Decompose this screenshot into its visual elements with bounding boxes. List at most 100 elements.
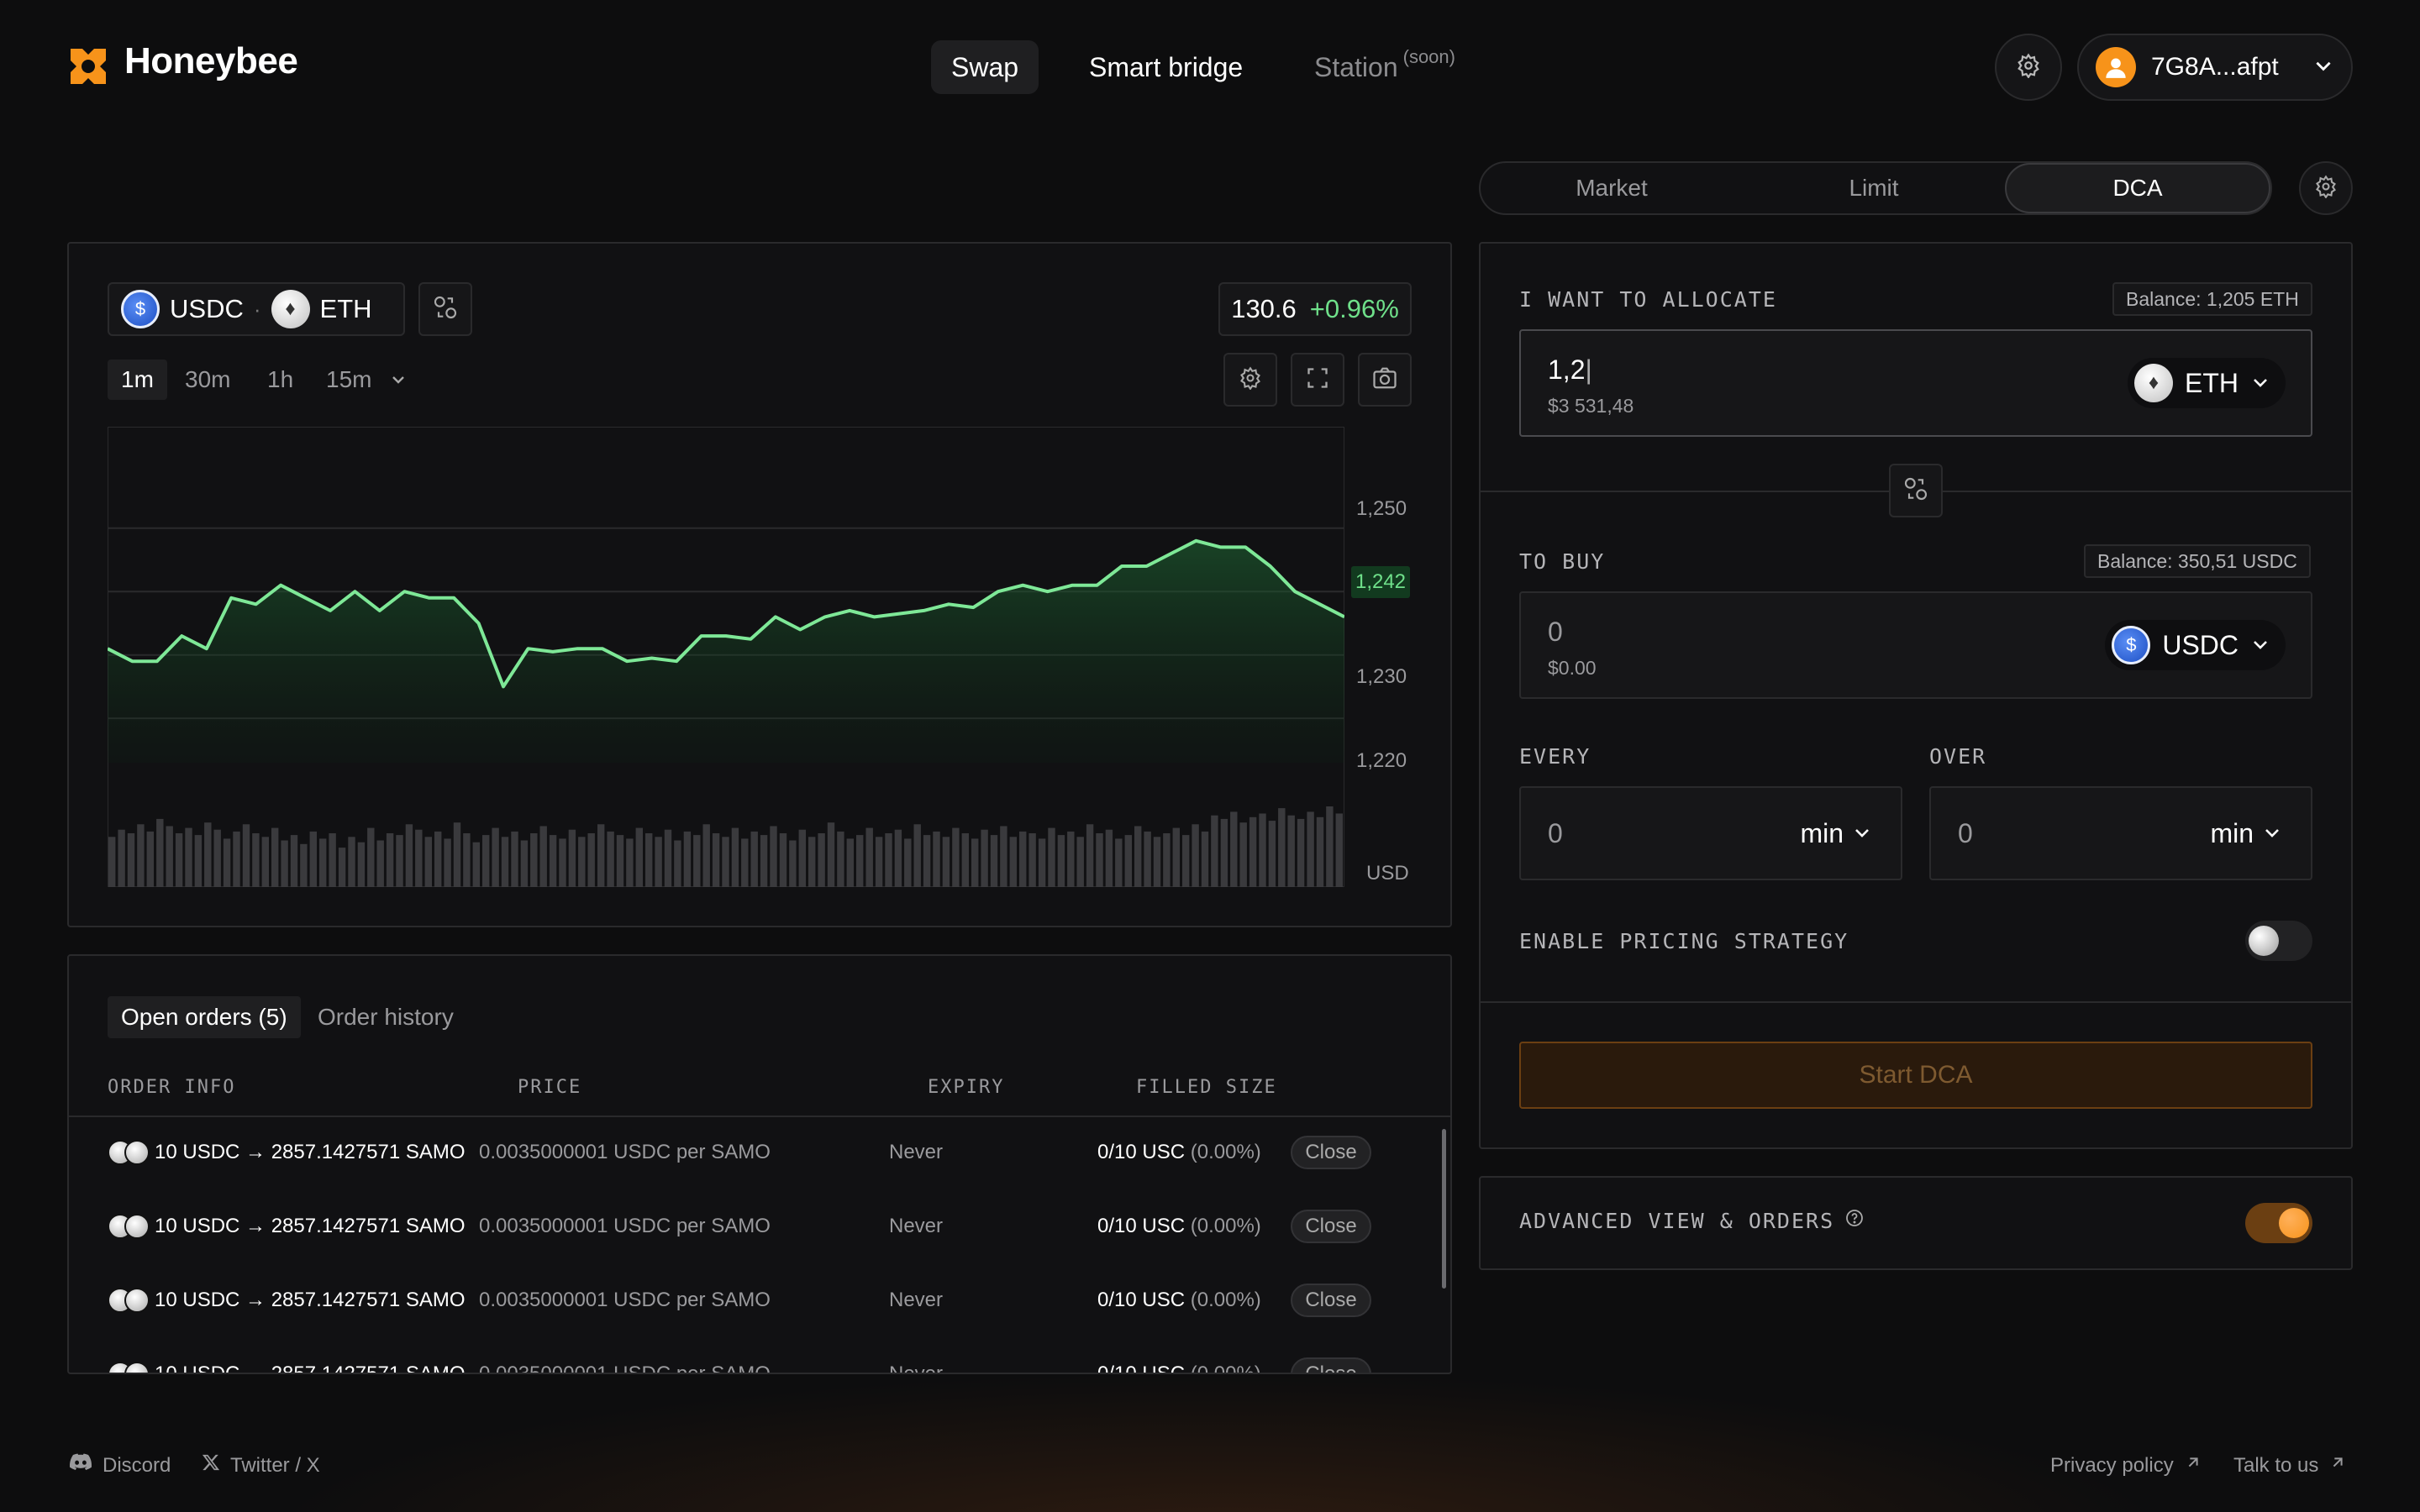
volume-bar	[520, 840, 529, 887]
over-unit-selector[interactable]: min	[2210, 818, 2282, 849]
swap-pair-button[interactable]	[418, 282, 472, 336]
volume-bar	[722, 837, 729, 887]
volume-bar	[1182, 835, 1190, 887]
help-icon[interactable]	[1844, 1208, 1865, 1233]
volume-bar	[846, 838, 854, 887]
timeframe-30m[interactable]: 30m	[171, 360, 244, 400]
volume-bar	[683, 831, 692, 887]
volume-bar	[1105, 829, 1113, 887]
privacy-policy-link[interactable]: Privacy policy	[2050, 1453, 2202, 1478]
timeframe-1m[interactable]: 1m	[108, 360, 167, 400]
close-order-button[interactable]: Close	[1291, 1210, 1371, 1243]
fullscreen-button[interactable]	[1291, 353, 1344, 407]
advanced-view-toggle[interactable]	[2245, 1203, 2312, 1243]
x-logo-icon	[202, 1453, 220, 1478]
order-filled: 0/10 USC (0.00%)	[1097, 1215, 1291, 1238]
every-input[interactable]: 0 min	[1519, 786, 1902, 880]
honeybee-logo-icon[interactable]	[67, 45, 109, 87]
timeframe-more-chevron-icon[interactable]	[388, 370, 408, 394]
volume-bar	[798, 829, 806, 887]
volume-bar	[674, 840, 681, 887]
volume-bar	[376, 840, 384, 887]
volume-bar	[166, 826, 173, 887]
volume-bar	[1307, 811, 1314, 887]
order-info: 10 USDC → 2857.1427571 SAMO	[155, 1362, 466, 1373]
table-row[interactable]: 10 USDC → 2857.1427571 SAMO 0.0035000001…	[69, 1189, 1450, 1263]
close-order-button[interactable]: Close	[1291, 1284, 1371, 1317]
volume-bar	[1076, 837, 1084, 887]
every-unit-selector[interactable]: min	[1800, 818, 1872, 849]
table-row[interactable]: 10 USDC → 2857.1427571 SAMO 0.0035000001…	[69, 1337, 1450, 1373]
pricing-strategy-toggle[interactable]	[2245, 921, 2312, 961]
pair-selector[interactable]: $ USDC · ♦ ETH	[108, 282, 405, 336]
nav-smart-bridge[interactable]: Smart bridge	[1069, 40, 1263, 94]
volume-bar	[118, 829, 125, 887]
allocate-input-box[interactable]: 1,2| $3 531,48 ♦ ETH	[1519, 329, 2312, 437]
nav-swap[interactable]: Swap	[931, 40, 1039, 94]
orders-list[interactable]: 10 USDC → 2857.1427571 SAMO 0.0035000001…	[0, 1116, 1450, 1373]
volume-bar	[261, 837, 269, 887]
allocate-amount-input[interactable]: 1,2|	[1548, 354, 1592, 386]
eth-token-icon: ♦	[2134, 364, 2173, 402]
close-order-button[interactable]: Close	[1291, 1136, 1371, 1169]
talk-to-us-link[interactable]: Talk to us	[2233, 1453, 2347, 1478]
table-row[interactable]: 10 USDC → 2857.1427571 SAMO 0.0035000001…	[69, 1263, 1450, 1337]
volume-bar	[760, 835, 768, 887]
volume-bar	[1268, 821, 1276, 887]
volume-bar	[1220, 818, 1228, 887]
allocate-token-selector[interactable]: ♦ ETH	[2128, 358, 2286, 408]
brand-name[interactable]: Honeybee	[124, 40, 298, 82]
volume-bar	[1201, 831, 1209, 887]
over-input[interactable]: 0 min	[1929, 786, 2312, 880]
volume-bar	[655, 837, 662, 887]
volume-bar	[1153, 837, 1161, 887]
volume-bar	[607, 831, 614, 887]
volume-bar	[1115, 838, 1123, 887]
volume-bar	[463, 833, 471, 887]
screenshot-button[interactable]	[1358, 353, 1412, 407]
close-order-button[interactable]: Close	[1291, 1357, 1371, 1373]
volume-bar	[587, 833, 595, 887]
discord-link[interactable]: Discord	[69, 1453, 171, 1478]
allocate-token: ETH	[2185, 367, 2238, 398]
volume-bar	[971, 838, 979, 887]
order-filled: 0/10 USC (0.00%)	[1097, 1362, 1291, 1373]
chevron-down-icon	[1852, 818, 1872, 849]
order-settings-button[interactable]	[2299, 161, 2353, 215]
settings-button[interactable]	[1995, 34, 2062, 101]
volume-bar	[549, 835, 557, 887]
toggle-knob	[2249, 926, 2279, 956]
timeframe-1h[interactable]: 1h	[254, 360, 307, 400]
divider	[1481, 1001, 2351, 1003]
tab-dca[interactable]: DCA	[2005, 163, 2270, 213]
volume-bar	[367, 827, 375, 887]
text-cursor: |	[1585, 354, 1592, 385]
swap-arrows-icon	[1902, 475, 1929, 507]
order-expiry: Never	[889, 1215, 944, 1237]
wallet-button[interactable]: 7G8A...afpt	[2077, 34, 2353, 101]
chart-settings-button[interactable]	[1223, 353, 1277, 407]
price-chart[interactable]	[108, 427, 1344, 887]
volume-bar	[1230, 811, 1238, 887]
table-row[interactable]: 10 USDC → 2857.1427571 SAMO 0.0035000001…	[69, 1116, 1450, 1189]
buy-input-box[interactable]: 0 $0.00 $ USDC	[1519, 591, 2312, 699]
timeframe-15m[interactable]: 15m	[313, 360, 385, 400]
buy-token-selector[interactable]: $ USDC	[2105, 620, 2286, 670]
volume-bar	[290, 835, 298, 887]
order-filled: 0/10 USC (0.00%)	[1097, 1289, 1291, 1312]
flip-tokens-button[interactable]	[1889, 464, 1943, 517]
nav-station[interactable]: Station (soon)	[1294, 40, 1476, 94]
order-mode-tabs: Market Limit DCA	[1479, 161, 2272, 215]
tab-limit[interactable]: Limit	[1743, 163, 2005, 213]
tab-market[interactable]: Market	[1481, 163, 1743, 213]
tab-open-orders[interactable]: Open orders (5)	[108, 996, 301, 1038]
order-price: 0.0035000001 USDC per SAMO	[479, 1289, 771, 1311]
volume-bar	[865, 827, 873, 887]
over-label: OVER	[1929, 744, 1987, 769]
chevron-down-icon	[2312, 55, 2334, 81]
start-dca-button[interactable]: Start DCA	[1519, 1042, 2312, 1109]
allocate-usd-value: $3 531,48	[1548, 395, 1634, 417]
volume-bar	[770, 826, 777, 887]
tab-order-history[interactable]: Order history	[304, 996, 467, 1038]
twitter-link[interactable]: Twitter / X	[202, 1453, 320, 1478]
